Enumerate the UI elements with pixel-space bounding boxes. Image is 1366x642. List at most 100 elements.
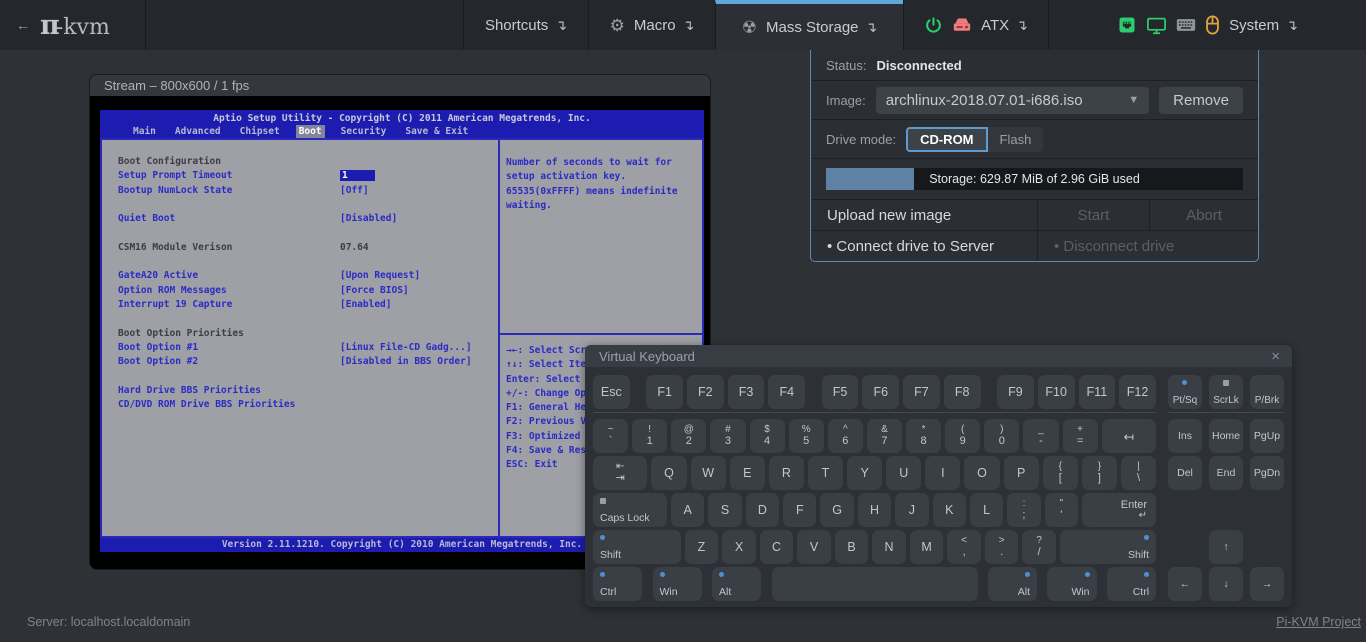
key-s[interactable]: S: [708, 493, 741, 527]
back-arrow-icon[interactable]: ←: [16, 17, 30, 33]
key-l[interactable]: L: [970, 493, 1003, 527]
key-g[interactable]: G: [820, 493, 853, 527]
nav-item-atx[interactable]: ATX ↴: [903, 0, 1048, 50]
key-backspace[interactable]: ↤: [1102, 419, 1156, 453]
key-win-left[interactable]: Win: [653, 567, 702, 601]
key-page-down[interactable]: PgDn: [1250, 456, 1284, 490]
key-q[interactable]: Q: [651, 456, 686, 490]
key-f[interactable]: F: [783, 493, 816, 527]
key-minus[interactable]: _-: [1023, 419, 1058, 453]
key-f2[interactable]: F2: [687, 375, 724, 409]
key-f4[interactable]: F4: [768, 375, 805, 409]
key-ctrl-right[interactable]: Ctrl: [1107, 567, 1156, 601]
connect-drive-button[interactable]: • Connect drive to Server: [811, 231, 1037, 261]
pikvm-project-link[interactable]: Pi-KVM Project: [1276, 615, 1361, 629]
nav-item-shortcuts[interactable]: Shortcuts ↴: [463, 0, 588, 50]
key-r[interactable]: R: [769, 456, 804, 490]
key-6[interactable]: ^6: [828, 419, 863, 453]
key-f1[interactable]: F1: [646, 375, 683, 409]
key-win-right[interactable]: Win: [1047, 567, 1096, 601]
upload-new-image-button[interactable]: Upload new image: [811, 200, 1037, 230]
key-semicolon[interactable]: :;: [1007, 493, 1040, 527]
key-f6[interactable]: F6: [862, 375, 899, 409]
key-h[interactable]: H: [858, 493, 891, 527]
key-0[interactable]: )0: [984, 419, 1019, 453]
key-7[interactable]: &7: [867, 419, 902, 453]
key-y[interactable]: Y: [847, 456, 882, 490]
key-insert[interactable]: Ins: [1168, 419, 1202, 453]
mode-flash-button[interactable]: Flash: [988, 127, 1044, 152]
key-backslash[interactable]: |\: [1121, 456, 1156, 490]
nav-item-macro[interactable]: ⚙ Macro ↴: [588, 0, 715, 50]
key-u[interactable]: U: [886, 456, 921, 490]
key-m[interactable]: M: [910, 530, 944, 564]
key-end[interactable]: End: [1209, 456, 1243, 490]
key-b[interactable]: B: [835, 530, 869, 564]
key-w[interactable]: W: [691, 456, 726, 490]
disconnect-drive-button[interactable]: • Disconnect drive: [1037, 231, 1258, 261]
key-pause-break[interactable]: P/Brk: [1250, 375, 1284, 409]
key-tab[interactable]: ⇤⇥: [593, 456, 647, 490]
key-z[interactable]: Z: [685, 530, 719, 564]
key-arrow-down[interactable]: ↓: [1209, 567, 1243, 601]
key-o[interactable]: O: [964, 456, 999, 490]
key-p[interactable]: P: [1004, 456, 1039, 490]
key-comma[interactable]: <,: [947, 530, 981, 564]
key-2[interactable]: @2: [671, 419, 706, 453]
key-i[interactable]: I: [925, 456, 960, 490]
key-f12[interactable]: F12: [1119, 375, 1156, 409]
key-4[interactable]: $4: [750, 419, 785, 453]
key-f7[interactable]: F7: [903, 375, 940, 409]
key-bracket-close[interactable]: }]: [1082, 456, 1117, 490]
key-c[interactable]: C: [760, 530, 794, 564]
key-f8[interactable]: F8: [944, 375, 981, 409]
key-arrow-left[interactable]: ←: [1168, 567, 1202, 601]
key-1[interactable]: !1: [632, 419, 667, 453]
key-9[interactable]: (9: [945, 419, 980, 453]
key-quote[interactable]: "': [1045, 493, 1078, 527]
key-page-up[interactable]: PgUp: [1250, 419, 1284, 453]
image-select[interactable]: archlinux-2018.07.01-i686.iso ▼: [876, 87, 1149, 114]
key-ctrl-left[interactable]: Ctrl: [593, 567, 642, 601]
key-f9[interactable]: F9: [997, 375, 1034, 409]
key-space[interactable]: [772, 567, 978, 601]
abort-button[interactable]: Abort: [1149, 200, 1258, 230]
key-backquote[interactable]: ~`: [593, 419, 628, 453]
start-button[interactable]: Start: [1037, 200, 1149, 230]
key-alt-right[interactable]: Alt: [988, 567, 1037, 601]
key-caps-lock[interactable]: Caps Lock: [593, 493, 667, 527]
key-5[interactable]: %5: [789, 419, 824, 453]
key-shift-left[interactable]: Shift: [593, 530, 681, 564]
key-scroll-lock[interactable]: ScrLk: [1209, 375, 1243, 409]
nav-item-mass-storage[interactable]: ☢ Mass Storage ↴: [715, 0, 903, 50]
key-delete[interactable]: Del: [1168, 456, 1202, 490]
key-home[interactable]: Home: [1209, 419, 1243, 453]
key-a[interactable]: A: [671, 493, 704, 527]
key-f5[interactable]: F5: [822, 375, 859, 409]
key-3[interactable]: #3: [710, 419, 745, 453]
key-enter[interactable]: Enter↵: [1082, 493, 1156, 527]
key-alt-left[interactable]: Alt: [712, 567, 761, 601]
close-icon[interactable]: ×: [1271, 349, 1280, 364]
key-f10[interactable]: F10: [1038, 375, 1075, 409]
key-j[interactable]: J: [895, 493, 928, 527]
key-x[interactable]: X: [722, 530, 756, 564]
keyboard-title-bar[interactable]: Virtual Keyboard ×: [585, 345, 1292, 367]
key-f11[interactable]: F11: [1079, 375, 1116, 409]
key-arrow-right[interactable]: →: [1250, 567, 1284, 601]
key-f3[interactable]: F3: [728, 375, 765, 409]
key-arrow-up[interactable]: ↑: [1209, 530, 1243, 564]
key-bracket-open[interactable]: {[: [1043, 456, 1078, 490]
key-v[interactable]: V: [797, 530, 831, 564]
key-equals[interactable]: +=: [1063, 419, 1098, 453]
key-d[interactable]: D: [746, 493, 779, 527]
nav-item-system[interactable]: System ↴: [1048, 0, 1366, 50]
key-t[interactable]: T: [808, 456, 843, 490]
key-print-screen[interactable]: Pt/Sq: [1168, 375, 1202, 409]
key-n[interactable]: N: [872, 530, 906, 564]
key-shift-right[interactable]: Shift: [1060, 530, 1156, 564]
key-8[interactable]: *8: [906, 419, 941, 453]
key-period[interactable]: >.: [985, 530, 1019, 564]
key-k[interactable]: K: [933, 493, 966, 527]
remove-button[interactable]: Remove: [1159, 87, 1243, 114]
